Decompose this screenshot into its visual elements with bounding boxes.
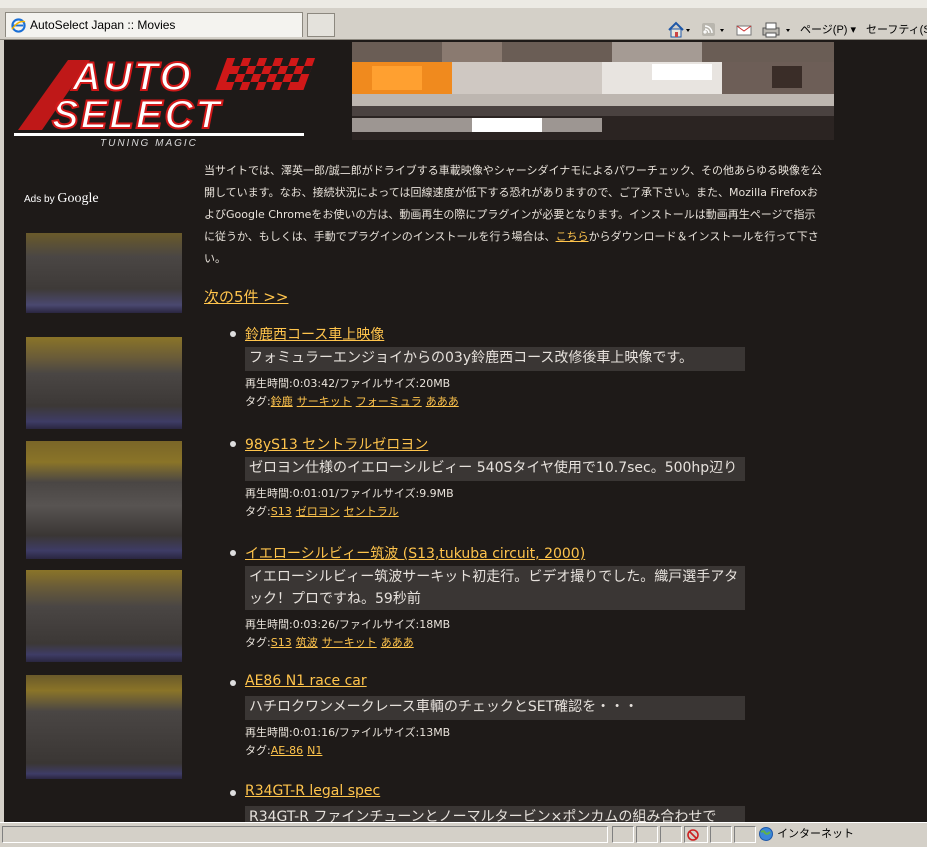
status-bar: インターネット — [0, 822, 927, 847]
bullet-icon — [230, 550, 236, 556]
ad-thumbnail-4[interactable] — [26, 570, 182, 662]
video-title-link[interactable]: R34GT-R legal spec — [245, 783, 380, 799]
popup-blocker-pane[interactable] — [684, 826, 708, 843]
video-meta: 再生時間:0:03:26/ファイルサイズ:18MB — [245, 618, 451, 631]
globe-icon — [759, 827, 773, 842]
mail-icon — [736, 25, 752, 36]
logo-text-bottom: SELECT — [52, 93, 223, 137]
video-tags: タグ:AE-86 N1 — [245, 742, 326, 758]
safety-menu-label: セーフティ(S) — [866, 24, 927, 36]
tags-label: タグ: — [245, 505, 271, 518]
status-pane — [636, 826, 658, 843]
tag-link[interactable]: ゼロヨン — [296, 505, 340, 518]
logo-tagline: TUNING MAGIC — [100, 138, 198, 149]
new-tab-button[interactable] — [307, 13, 335, 37]
list-item: 98yS13 セントラルゼロヨン ゼロヨン仕様のイエローシルビィー 540Sタイ… — [226, 437, 756, 527]
video-meta: 再生時間:0:01:01/ファイルサイズ:9.9MB — [245, 487, 454, 500]
header-banner-image — [352, 42, 834, 140]
tag-link[interactable]: 筑波 — [296, 636, 318, 649]
list-item: R34GT-R legal spec R34GT-R ファインチューンとノーマル… — [226, 783, 756, 822]
tag-link[interactable]: サーキット — [297, 395, 352, 408]
video-meta: 再生時間:0:01:16/ファイルサイズ:13MB — [245, 726, 451, 739]
tag-link[interactable]: あああ — [381, 636, 414, 649]
security-zone-label: インターネット — [777, 828, 855, 840]
status-pane — [612, 826, 634, 843]
video-meta: 再生時間:0:03:42/ファイルサイズ:20MB — [245, 377, 451, 390]
page-viewport: AUTO SELECT TUNING MAGIC Ads by Google 当… — [4, 40, 927, 822]
video-title-link[interactable]: AE86 N1 race car — [245, 673, 367, 689]
bullet-icon — [230, 790, 236, 796]
video-description: フォミュラーエンジョイからの03y鈴鹿西コース改修後車上映像です。 — [245, 347, 745, 371]
ads-by-google-label[interactable]: Ads by Google — [24, 191, 99, 207]
feeds-button[interactable] — [700, 20, 726, 40]
tags-label: タグ: — [245, 636, 271, 649]
video-tags: タグ:鈴鹿 サーキット フォーミュラ あああ — [245, 393, 463, 409]
status-pane — [710, 826, 732, 843]
printer-icon — [762, 22, 790, 38]
tag-link[interactable]: セントラル — [344, 505, 399, 518]
tag-link[interactable]: AE-86 — [271, 744, 303, 757]
video-description: イエローシルビィー筑波サーキット初走行。ビデオ撮りでした。織戸選手アタック！プロ… — [245, 566, 745, 610]
ad-thumbnail-2[interactable] — [26, 337, 182, 429]
security-zone[interactable]: インターネット — [758, 826, 854, 843]
home-icon — [668, 21, 690, 38]
ie-page-icon — [11, 18, 26, 33]
video-tags: タグ:S13 ゼロヨン セントラル — [245, 503, 403, 519]
status-pane — [734, 826, 756, 843]
tags-label: タグ: — [245, 744, 271, 757]
tags-label: タグ: — [245, 395, 271, 408]
ad-thumbnail-3[interactable] — [26, 441, 182, 559]
video-description: ハチロクワンメークレース車輌のチェックとSET確認を・・・ — [245, 696, 745, 720]
home-button[interactable] — [667, 20, 691, 40]
intro-paragraph: 当サイトでは、澤英一郎/誠二郎がドライブする車載映像やシャーシダイナモによるパワ… — [204, 160, 824, 270]
print-button[interactable] — [760, 20, 794, 40]
status-text-pane — [2, 826, 608, 843]
page-menu[interactable]: ページ(P) ▾ — [800, 20, 856, 40]
tag-link[interactable]: S13 — [271, 636, 292, 649]
tag-link[interactable]: N1 — [307, 744, 322, 757]
bullet-icon — [230, 680, 236, 686]
tag-link[interactable]: サーキット — [322, 636, 377, 649]
video-title-link[interactable]: 98yS13 セントラルゼロヨン — [245, 434, 428, 454]
tag-link[interactable]: フォーミュラ — [356, 395, 422, 408]
video-title-link[interactable]: 鈴鹿西コース車上映像 — [245, 324, 384, 344]
ad-thumbnail-5[interactable] — [26, 675, 182, 779]
safety-menu[interactable]: セーフティ(S) — [866, 20, 927, 40]
chevron-down-icon: ▾ — [850, 24, 857, 36]
logo-checkered-flag-icon — [215, 58, 316, 90]
tab-autoselect-movies[interactable]: AutoSelect Japan :: Movies — [5, 12, 303, 37]
bullet-icon — [230, 441, 236, 447]
next-5-link[interactable]: 次の5件 >> — [204, 286, 288, 307]
ads-label-text: Ads by — [24, 194, 55, 205]
tag-link[interactable]: 鈴鹿 — [271, 395, 293, 408]
tab-bar: AutoSelect Japan :: Movies ページ(P) ▾ セーフテ… — [0, 8, 927, 40]
video-description: R34GT-R ファインチューンとノーマルタービン×ポンカムの組み合わせで — [245, 806, 745, 822]
video-title-link[interactable]: イエローシルビィー筑波 (S13,tukuba circuit, 2000) — [245, 543, 585, 563]
video-description: ゼロヨン仕様のイエローシルビィー 540Sタイヤ使用で10.7sec。500hp… — [245, 457, 745, 481]
status-pane — [660, 826, 682, 843]
rss-feed-icon — [702, 23, 724, 37]
list-item: イエローシルビィー筑波 (S13,tukuba circuit, 2000) イ… — [226, 546, 756, 656]
read-mail-button[interactable] — [734, 20, 756, 40]
plugin-download-link[interactable]: こちら — [556, 230, 589, 243]
bullet-icon — [230, 331, 236, 337]
autoselect-logo[interactable]: AUTO SELECT TUNING MAGIC — [8, 50, 348, 150]
list-item: 鈴鹿西コース車上映像 フォミュラーエンジョイからの03y鈴鹿西コース改修後車上映… — [226, 327, 756, 417]
popup-blocked-icon — [687, 829, 699, 841]
tab-title: AutoSelect Japan :: Movies — [30, 18, 176, 32]
ads-google-brand: Google — [57, 191, 99, 206]
video-tags: タグ:S13 筑波 サーキット あああ — [245, 634, 418, 650]
ad-thumbnail-1[interactable] — [26, 233, 182, 313]
tag-link[interactable]: あああ — [426, 395, 459, 408]
list-item: AE86 N1 race car ハチロクワンメークレース車輌のチェックとSET… — [226, 673, 756, 766]
tag-link[interactable]: S13 — [271, 505, 292, 518]
page-menu-label: ページ(P) — [800, 24, 848, 36]
